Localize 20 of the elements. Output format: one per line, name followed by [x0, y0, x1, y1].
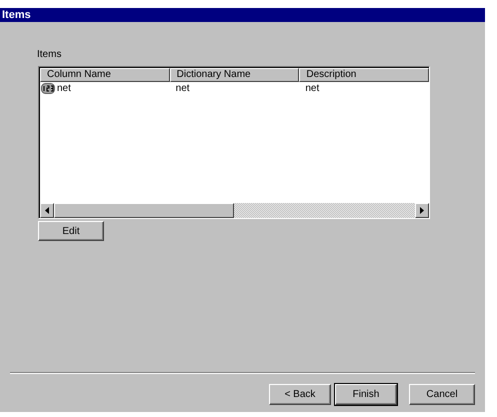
right-arrow-icon [420, 207, 424, 214]
edit-button[interactable]: Edit [38, 221, 104, 241]
scroll-thumb[interactable] [54, 203, 234, 218]
list-label: Items [37, 49, 62, 60]
window-title: Items [0, 8, 485, 22]
column-header[interactable]: Dictionary Name [170, 68, 300, 82]
dialog-button[interactable]: Cancel [409, 384, 475, 405]
scroll-right-button[interactable] [415, 203, 429, 218]
number-type-icon [41, 83, 55, 94]
list-view[interactable]: Column Name Dictionary Name Description net net net [38, 66, 430, 219]
horizontal-scrollbar[interactable] [40, 203, 429, 218]
left-arrow-icon [45, 207, 49, 214]
table-cell-text: net [174, 82, 190, 96]
column-header[interactable]: Column Name [40, 68, 170, 82]
dialog-button[interactable]: < Back [269, 384, 331, 405]
dialog-button[interactable]: Finish [335, 384, 397, 405]
table-cell-text: net [304, 82, 320, 96]
table-cell-text: net [56, 82, 71, 96]
column-header[interactable]: Description [299, 68, 430, 82]
scroll-left-button[interactable] [40, 203, 54, 218]
